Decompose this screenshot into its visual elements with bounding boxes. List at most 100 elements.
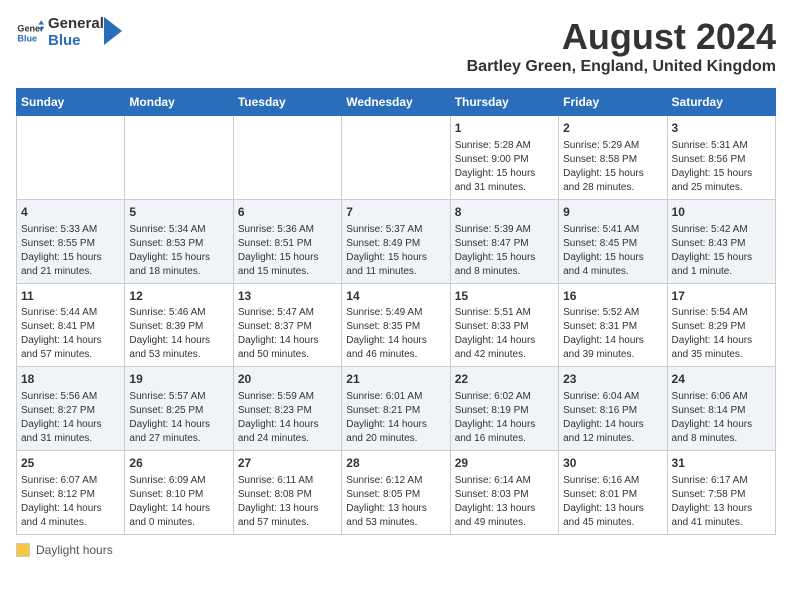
day-number: 22: [455, 371, 554, 388]
cell-content: Sunrise: 5:57 AM Sunset: 8:25 PM Dayligh…: [129, 390, 228, 446]
day-number: 12: [129, 288, 228, 305]
calendar-table: Sunday Monday Tuesday Wednesday Thursday…: [16, 88, 776, 535]
day-number: 30: [563, 455, 662, 472]
col-friday: Friday: [559, 89, 667, 116]
day-number: 18: [21, 371, 120, 388]
calendar-cell: [342, 116, 450, 200]
cell-content: Sunrise: 5:42 AM Sunset: 8:43 PM Dayligh…: [672, 223, 771, 279]
day-number: 10: [672, 204, 771, 221]
col-sunday: Sunday: [17, 89, 125, 116]
logo-icon: General Blue: [16, 19, 44, 47]
calendar-cell: 31 Sunrise: 6:17 AM Sunset: 7:58 PM Dayli…: [667, 451, 775, 535]
day-number: 4: [21, 204, 120, 221]
cell-content: Sunrise: 6:06 AM Sunset: 8:14 PM Dayligh…: [672, 390, 771, 446]
calendar-row-1: 1Sunrise: 5:28 AM Sunset: 9:00 PM Daylig…: [17, 116, 776, 200]
calendar-row-4: 18 Sunrise: 5:56 AM Sunset: 8:27 PM Dayli…: [17, 367, 776, 451]
day-number: 31: [672, 455, 771, 472]
calendar-cell: 18 Sunrise: 5:56 AM Sunset: 8:27 PM Dayli…: [17, 367, 125, 451]
cell-content: Sunrise: 5:41 AM Sunset: 8:45 PM Dayligh…: [563, 223, 662, 279]
cell-content: Sunrise: 5:44 AM Sunset: 8:41 PM Dayligh…: [21, 306, 120, 362]
calendar-cell: 15Sunrise: 5:51 AM Sunset: 8:33 PM Dayli…: [450, 283, 558, 367]
day-number: 11: [21, 288, 120, 305]
daylight-label: Daylight hours: [36, 543, 113, 557]
calendar-cell: 16Sunrise: 5:52 AM Sunset: 8:31 PM Dayli…: [559, 283, 667, 367]
calendar-cell: 14Sunrise: 5:49 AM Sunset: 8:35 PM Dayli…: [342, 283, 450, 367]
calendar-row-3: 11Sunrise: 5:44 AM Sunset: 8:41 PM Dayli…: [17, 283, 776, 367]
calendar-cell: 25 Sunrise: 6:07 AM Sunset: 8:12 PM Dayli…: [17, 451, 125, 535]
day-number: 24: [672, 371, 771, 388]
col-thursday: Thursday: [450, 89, 558, 116]
calendar-cell: 5Sunrise: 5:34 AM Sunset: 8:53 PM Daylig…: [125, 199, 233, 283]
calendar-cell: 22 Sunrise: 6:02 AM Sunset: 8:19 PM Dayli…: [450, 367, 558, 451]
cell-content: Sunrise: 6:14 AM Sunset: 8:03 PM Dayligh…: [455, 474, 554, 530]
logo: General Blue General Blue: [16, 16, 124, 49]
cell-content: Sunrise: 6:11 AM Sunset: 8:08 PM Dayligh…: [238, 474, 337, 530]
calendar-cell: 9 Sunrise: 5:41 AM Sunset: 8:45 PM Daylig…: [559, 199, 667, 283]
main-title: August 2024: [467, 16, 776, 58]
day-number: 14: [346, 288, 445, 305]
calendar-cell: 2Sunrise: 5:29 AM Sunset: 8:58 PM Daylig…: [559, 116, 667, 200]
cell-content: Sunrise: 6:17 AM Sunset: 7:58 PM Dayligh…: [672, 474, 771, 530]
calendar-cell: 30Sunrise: 6:16 AM Sunset: 8:01 PM Dayli…: [559, 451, 667, 535]
cell-content: Sunrise: 5:59 AM Sunset: 8:23 PM Dayligh…: [238, 390, 337, 446]
cell-content: Sunrise: 5:46 AM Sunset: 8:39 PM Dayligh…: [129, 306, 228, 362]
cell-content: Sunrise: 5:29 AM Sunset: 8:58 PM Dayligh…: [563, 139, 662, 195]
calendar-cell: 17Sunrise: 5:54 AM Sunset: 8:29 PM Dayli…: [667, 283, 775, 367]
calendar-cell: 28 Sunrise: 6:12 AM Sunset: 8:05 PM Dayli…: [342, 451, 450, 535]
col-wednesday: Wednesday: [342, 89, 450, 116]
calendar-cell: 3 Sunrise: 5:31 AM Sunset: 8:56 PM Daylig…: [667, 116, 775, 200]
cell-content: Sunrise: 5:54 AM Sunset: 8:29 PM Dayligh…: [672, 306, 771, 362]
day-number: 21: [346, 371, 445, 388]
day-number: 15: [455, 288, 554, 305]
cell-content: Sunrise: 5:34 AM Sunset: 8:53 PM Dayligh…: [129, 223, 228, 279]
calendar-row-5: 25 Sunrise: 6:07 AM Sunset: 8:12 PM Dayli…: [17, 451, 776, 535]
cell-content: Sunrise: 5:49 AM Sunset: 8:35 PM Dayligh…: [346, 306, 445, 362]
svg-text:Blue: Blue: [17, 33, 37, 43]
day-number: 3: [672, 120, 771, 137]
cell-content: Sunrise: 6:09 AM Sunset: 8:10 PM Dayligh…: [129, 474, 228, 530]
cell-content: Sunrise: 5:52 AM Sunset: 8:31 PM Dayligh…: [563, 306, 662, 362]
calendar-cell: 13Sunrise: 5:47 AM Sunset: 8:37 PM Dayli…: [233, 283, 341, 367]
calendar-cell: 29 Sunrise: 6:14 AM Sunset: 8:03 PM Dayli…: [450, 451, 558, 535]
cell-content: Sunrise: 5:37 AM Sunset: 8:49 PM Dayligh…: [346, 223, 445, 279]
footer-note: Daylight hours: [16, 543, 776, 557]
calendar-cell: 26 Sunrise: 6:09 AM Sunset: 8:10 PM Dayli…: [125, 451, 233, 535]
day-number: 8: [455, 204, 554, 221]
day-number: 29: [455, 455, 554, 472]
cell-content: Sunrise: 5:47 AM Sunset: 8:37 PM Dayligh…: [238, 306, 337, 362]
calendar-cell: 24 Sunrise: 6:06 AM Sunset: 8:14 PM Dayli…: [667, 367, 775, 451]
day-number: 1: [455, 120, 554, 137]
cell-content: Sunrise: 6:04 AM Sunset: 8:16 PM Dayligh…: [563, 390, 662, 446]
calendar-cell: 1Sunrise: 5:28 AM Sunset: 9:00 PM Daylig…: [450, 116, 558, 200]
cell-content: Sunrise: 6:07 AM Sunset: 8:12 PM Dayligh…: [21, 474, 120, 530]
calendar-cell: 21Sunrise: 6:01 AM Sunset: 8:21 PM Dayli…: [342, 367, 450, 451]
cell-content: Sunrise: 5:51 AM Sunset: 8:33 PM Dayligh…: [455, 306, 554, 362]
cell-content: Sunrise: 6:12 AM Sunset: 8:05 PM Dayligh…: [346, 474, 445, 530]
day-number: 26: [129, 455, 228, 472]
calendar-cell: 19 Sunrise: 5:57 AM Sunset: 8:25 PM Dayli…: [125, 367, 233, 451]
logo-general-text: General: [48, 16, 104, 33]
day-number: 27: [238, 455, 337, 472]
col-monday: Monday: [125, 89, 233, 116]
col-saturday: Saturday: [667, 89, 775, 116]
daylight-color-box: [16, 543, 30, 557]
day-number: 23: [563, 371, 662, 388]
calendar-cell: 23 Sunrise: 6:04 AM Sunset: 8:16 PM Dayli…: [559, 367, 667, 451]
logo-arrow-icon: [104, 13, 124, 49]
day-number: 19: [129, 371, 228, 388]
cell-content: Sunrise: 5:31 AM Sunset: 8:56 PM Dayligh…: [672, 139, 771, 195]
day-number: 28: [346, 455, 445, 472]
subtitle: Bartley Green, England, United Kingdom: [467, 58, 776, 76]
cell-content: Sunrise: 6:02 AM Sunset: 8:19 PM Dayligh…: [455, 390, 554, 446]
cell-content: Sunrise: 5:36 AM Sunset: 8:51 PM Dayligh…: [238, 223, 337, 279]
header: General Blue General Blue August 2024 Ba…: [16, 16, 776, 76]
day-number: 25: [21, 455, 120, 472]
cell-content: Sunrise: 5:33 AM Sunset: 8:55 PM Dayligh…: [21, 223, 120, 279]
day-number: 20: [238, 371, 337, 388]
day-number: 6: [238, 204, 337, 221]
cell-content: Sunrise: 5:56 AM Sunset: 8:27 PM Dayligh…: [21, 390, 120, 446]
day-number: 9: [563, 204, 662, 221]
day-number: 17: [672, 288, 771, 305]
calendar-cell: 4 Sunrise: 5:33 AM Sunset: 8:55 PM Daylig…: [17, 199, 125, 283]
day-number: 16: [563, 288, 662, 305]
